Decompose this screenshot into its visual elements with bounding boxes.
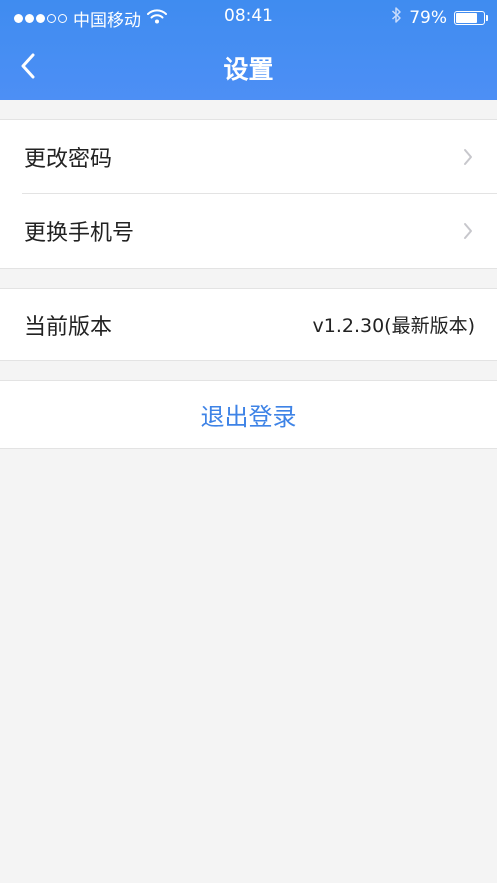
bluetooth-icon [391, 6, 402, 29]
version-group: 当前版本 v1.2.30(最新版本) [0, 288, 497, 361]
logout-button[interactable]: 退出登录 [0, 381, 497, 447]
chevron-right-icon [461, 147, 475, 167]
battery-fill [456, 12, 478, 23]
change-password-label: 更改密码 [24, 147, 113, 172]
version-value: v1.2.30(最新版本) [312, 315, 475, 337]
battery-icon [454, 10, 488, 25]
account-settings-group: 更改密码 更换手机号 [0, 119, 497, 269]
status-right: 79% [391, 6, 488, 29]
nav-bar: 设置 [0, 34, 497, 100]
page-title: 设置 [223, 55, 274, 84]
battery-percent: 79% [409, 7, 447, 28]
logout-group: 退出登录 [0, 380, 497, 449]
version-row: 当前版本 v1.2.30(最新版本) [0, 289, 497, 360]
version-label: 当前版本 [24, 314, 113, 340]
change-phone-label: 更换手机号 [24, 221, 135, 246]
change-phone-row[interactable]: 更换手机号 [0, 194, 497, 268]
change-password-row[interactable]: 更改密码 [0, 120, 497, 194]
status-bar: 中国移动 08:41 79% [0, 0, 497, 34]
app-header: 中国移动 08:41 79% 设置 [0, 0, 497, 100]
chevron-right-icon [461, 221, 475, 241]
